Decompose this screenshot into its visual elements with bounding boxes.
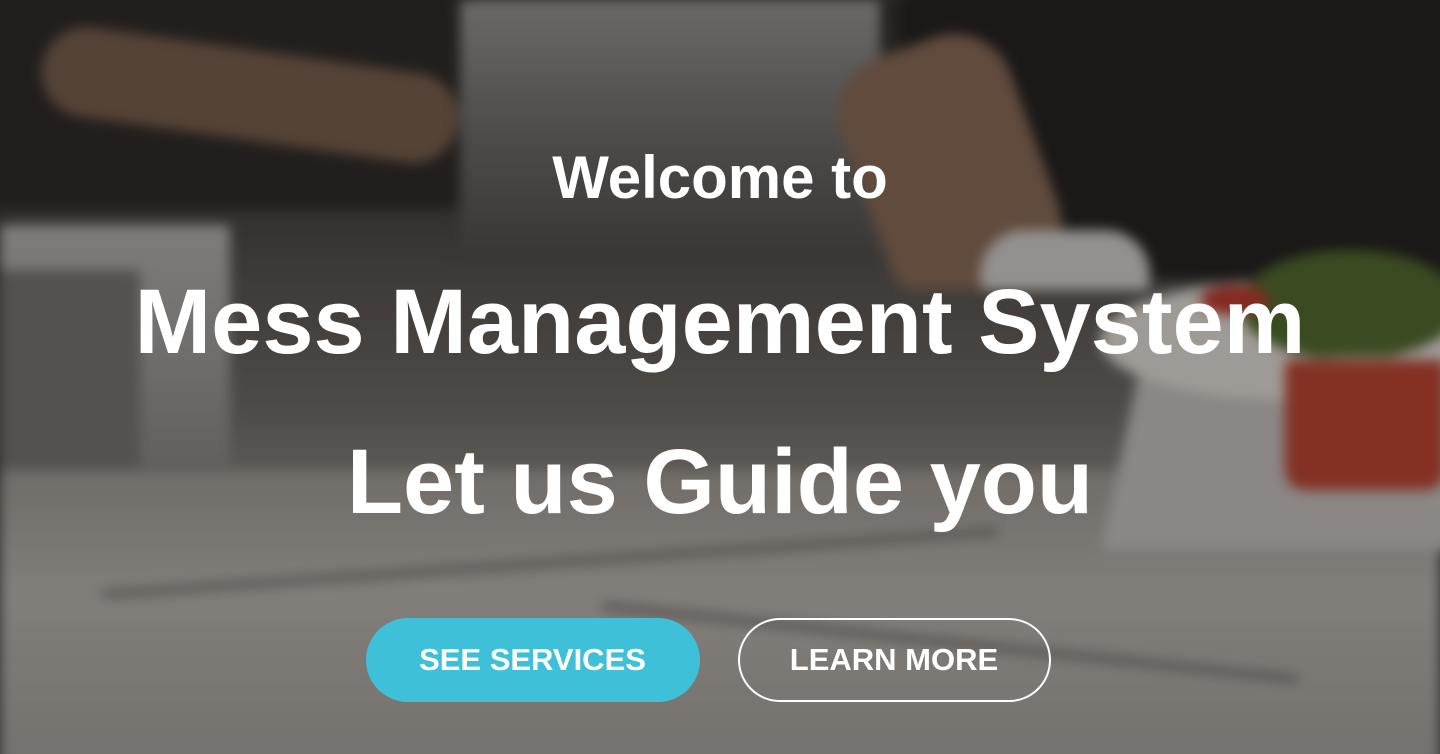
learn-more-button[interactable]: LEARN MORE bbox=[737, 618, 1051, 702]
hero-content: Welcome to Mess Management System Let us… bbox=[0, 0, 1440, 754]
see-services-button[interactable]: SEE SERVICES bbox=[365, 618, 700, 702]
hero-actions: SEE SERVICES LEARN MORE bbox=[0, 618, 1440, 702]
hero-welcome-text: Welcome to bbox=[552, 144, 888, 211]
hero-title: Mess Management System bbox=[134, 271, 1306, 373]
hero-section: Welcome to Mess Management System Let us… bbox=[0, 0, 1440, 754]
hero-subtitle: Let us Guide you bbox=[346, 431, 1094, 533]
